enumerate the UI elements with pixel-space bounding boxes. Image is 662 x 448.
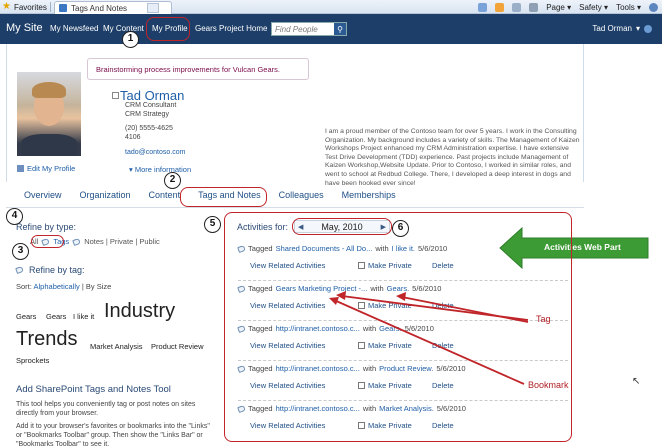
nav-gears-project-home[interactable]: Gears Project Home — [195, 24, 267, 33]
favorites-button[interactable]: ★ Favorites — [2, 1, 47, 13]
browser-menu: Page ▾ Safety ▾ Tools ▾ — [478, 1, 658, 13]
tool-heading: Add SharePoint Tags and Notes Tool — [16, 384, 171, 395]
refine-by-tag-heading: Refine by tag: — [15, 265, 85, 275]
tag-cloud-item[interactable]: Industry — [104, 300, 175, 323]
site-title[interactable]: My Site — [6, 22, 43, 34]
annotation-number: 3 — [12, 243, 29, 260]
about-me: I am a proud member of the Contoso team … — [325, 128, 580, 187]
status-message[interactable]: Brainstorming process improvements for V… — [87, 58, 309, 80]
mouse-cursor-icon: ↖ — [632, 376, 641, 387]
page-menu[interactable]: Page ▾ — [546, 3, 571, 12]
annotation-number: 2 — [164, 172, 181, 189]
tab-memberships[interactable]: Memberships — [338, 190, 410, 206]
user-name: Tad Orman — [592, 24, 632, 33]
tag-cloud-item[interactable]: Market Analysis — [90, 342, 143, 351]
tab-overview[interactable]: Overview — [20, 190, 76, 206]
tag-icon — [15, 265, 24, 275]
divider — [50, 2, 51, 12]
home-icon[interactable] — [478, 2, 488, 12]
annotation-number: 5 — [204, 216, 221, 233]
browser-tab[interactable]: Tags And Notes — [54, 1, 172, 14]
tag-icon — [72, 237, 82, 246]
nav-my-content[interactable]: My Content — [103, 24, 144, 33]
sort-alphabetically[interactable]: Alphabetically — [34, 282, 80, 291]
annotation-number: 1 — [122, 31, 139, 48]
tag-cloud-item[interactable]: Sprockets — [16, 356, 49, 365]
presence-checkbox[interactable] — [112, 92, 119, 99]
tool-description: This tool helps you conveniently tag or … — [16, 401, 210, 448]
tag-cloud-item[interactable]: I like it — [73, 312, 94, 321]
chevron-down-icon: ▾ — [129, 165, 133, 174]
tab-title: Tags And Notes — [71, 3, 128, 13]
tag-cloud-item[interactable]: Gears — [16, 312, 36, 321]
tag-cloud-item[interactable]: Trends — [16, 328, 78, 351]
search-input[interactable]: Find People — [272, 25, 334, 34]
user-menu[interactable]: Tad Orman ▾ — [592, 24, 652, 33]
tag-cloud-item[interactable]: Product Review — [151, 342, 204, 351]
sort-by-size[interactable]: | By Size — [82, 282, 111, 291]
extension: 4106 — [125, 134, 141, 141]
highlight-tags-filter — [31, 235, 64, 248]
help-icon[interactable] — [649, 2, 658, 12]
divider — [6, 207, 584, 208]
filter-notes-private-public[interactable]: Notes | Private | Public — [84, 237, 160, 246]
more-information-link[interactable]: ▾ More information — [129, 165, 191, 174]
print-icon[interactable] — [529, 2, 539, 12]
star-icon: ★ — [2, 1, 11, 12]
page-icon — [59, 4, 67, 12]
sort-options: Sort: Alphabetically | By Size — [16, 282, 112, 291]
annotation-number: 4 — [6, 208, 23, 225]
phone: (20) 5555-4625 — [125, 125, 173, 132]
new-tab-button[interactable] — [147, 3, 160, 13]
department: CRM Strategy — [125, 111, 169, 118]
tab-organization[interactable]: Organization — [76, 190, 145, 206]
job-title: CRM Consultant — [125, 102, 177, 109]
edit-profile-link[interactable]: Edit My Profile — [17, 164, 75, 173]
nav-newsfeed[interactable]: My Newsfeed — [50, 24, 98, 33]
profile-name: Tad Orman — [120, 88, 185, 103]
highlight-my-profile — [146, 17, 190, 41]
profile-photo — [17, 72, 81, 156]
highlight-activities — [224, 212, 572, 442]
email-link[interactable]: tado@contoso.com — [125, 149, 185, 156]
refine-by-type-heading: Refine by type: — [16, 222, 77, 232]
tag-cloud-item[interactable]: Gears — [46, 312, 66, 321]
tools-menu[interactable]: Tools ▾ — [616, 3, 641, 12]
browser-toolbar: ★ Favorites Tags And Notes Page ▾ Safety… — [0, 0, 662, 14]
profile-header: Brainstorming process improvements for V… — [6, 44, 584, 187]
tab-colleagues[interactable]: Colleagues — [275, 190, 338, 206]
chevron-down-icon: ▾ — [635, 24, 640, 33]
mail-icon[interactable] — [512, 2, 522, 12]
highlight-tags-tab — [180, 187, 267, 207]
top-navigation: My Site My Newsfeed My Content My Profil… — [0, 14, 662, 44]
favorites-label: Favorites — [13, 2, 47, 12]
edit-icon — [17, 165, 24, 172]
feed-icon[interactable] — [495, 2, 505, 12]
search-icon[interactable]: ⚲ — [334, 23, 346, 35]
annotation-number: 6 — [392, 220, 409, 237]
safety-menu[interactable]: Safety ▾ — [579, 3, 608, 12]
people-search[interactable]: Find People ⚲ — [271, 22, 347, 36]
help-icon[interactable] — [644, 24, 652, 33]
